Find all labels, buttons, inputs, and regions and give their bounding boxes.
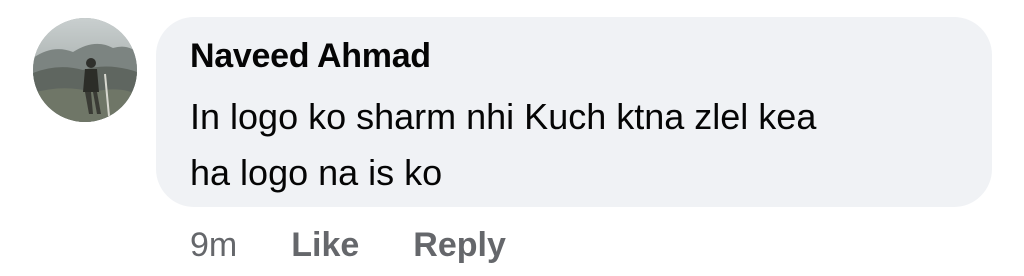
comment-text-line: In logo ko sharm nhi Kuch ktna zlel kea — [190, 96, 817, 137]
reply-button[interactable]: Reply — [413, 226, 506, 265]
comment-actions: 9m Like Reply — [190, 222, 560, 268]
comment-bubble: Naveed Ahmad In logo ko sharm nhi Kuch k… — [156, 17, 992, 207]
profile-photo-icon — [33, 18, 137, 122]
like-button[interactable]: Like — [291, 226, 359, 265]
comment-text: In logo ko sharm nhi Kuch ktna zlel kea … — [190, 89, 970, 201]
comment-timestamp[interactable]: 9m — [190, 226, 237, 265]
comment: Naveed Ahmad In logo ko sharm nhi Kuch k… — [0, 0, 1024, 276]
comment-author[interactable]: Naveed Ahmad — [190, 37, 431, 76]
avatar[interactable] — [33, 18, 137, 122]
comment-text-line: ha logo na is ko — [190, 152, 443, 193]
